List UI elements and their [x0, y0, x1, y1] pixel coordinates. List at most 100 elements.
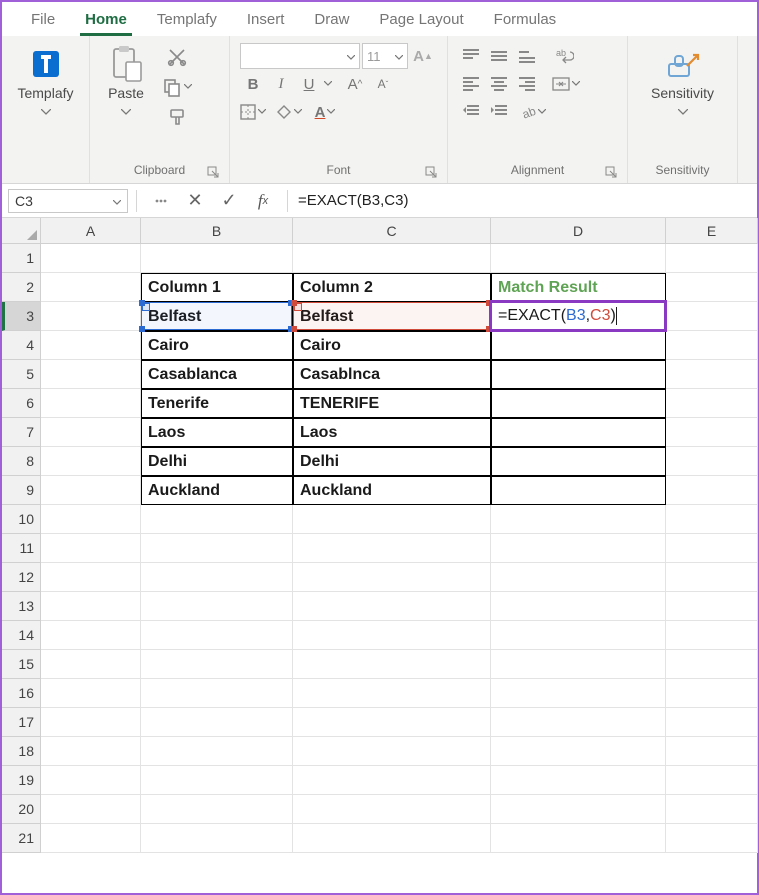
- row-header[interactable]: 4: [2, 331, 41, 360]
- table-cell[interactable]: [491, 418, 666, 447]
- italic-button[interactable]: I: [268, 71, 294, 97]
- column-header[interactable]: A: [41, 218, 141, 244]
- fill-color-button[interactable]: [276, 99, 302, 125]
- active-cell[interactable]: =EXACT(B3,C3): [489, 300, 667, 332]
- row-header[interactable]: 21: [2, 824, 41, 853]
- ribbon-tabs: FileHomeTemplafyInsertDrawPage LayoutFor…: [2, 2, 757, 36]
- row-header[interactable]: 2: [2, 273, 41, 302]
- table-cell[interactable]: Auckland: [293, 476, 491, 505]
- cell-reference-highlight: [293, 302, 490, 330]
- clipboard-icon: [108, 46, 144, 82]
- table-header[interactable]: Match Result: [491, 273, 666, 302]
- wrap-text-button[interactable]: ab: [552, 43, 578, 69]
- table-cell[interactable]: Delhi: [293, 447, 491, 476]
- formula-bar: C3 ✕ ✓ fx =EXACT(B3,C3): [2, 184, 757, 218]
- table-cell[interactable]: Casablanca: [141, 360, 293, 389]
- cut-button[interactable]: [160, 43, 194, 71]
- table-header[interactable]: Column 2: [293, 273, 491, 302]
- table-cell[interactable]: Delhi: [141, 447, 293, 476]
- grow-font-button[interactable]: A^: [342, 71, 368, 97]
- row-header[interactable]: 19: [2, 766, 41, 795]
- row-header[interactable]: 8: [2, 447, 41, 476]
- table-cell[interactable]: Cairo: [293, 331, 491, 360]
- column-header[interactable]: D: [491, 218, 666, 244]
- align-top-button[interactable]: [458, 43, 484, 69]
- clipboard-launcher[interactable]: [207, 166, 219, 178]
- align-middle-button[interactable]: [486, 43, 512, 69]
- row-header[interactable]: 14: [2, 621, 41, 650]
- increase-font-button[interactable]: A▲: [410, 43, 436, 69]
- increase-indent-button[interactable]: [486, 99, 512, 125]
- row-header[interactable]: 12: [2, 563, 41, 592]
- table-cell[interactable]: [491, 331, 666, 360]
- row-header[interactable]: 15: [2, 650, 41, 679]
- tab-page-layout[interactable]: Page Layout: [364, 4, 478, 35]
- row-header[interactable]: 18: [2, 737, 41, 766]
- table-cell[interactable]: [491, 360, 666, 389]
- font-name-combo[interactable]: [240, 43, 360, 69]
- paste-button[interactable]: Paste: [98, 42, 154, 124]
- table-header[interactable]: Column 1: [141, 273, 293, 302]
- sensitivity-icon: [665, 46, 701, 82]
- alignment-launcher[interactable]: [605, 166, 617, 178]
- enter-formula-button[interactable]: ✓: [215, 189, 243, 213]
- shrink-font-button[interactable]: Aˇ: [370, 71, 396, 97]
- tab-insert[interactable]: Insert: [232, 4, 300, 35]
- cancel-formula-button[interactable]: ✕: [181, 189, 209, 213]
- row-header[interactable]: 6: [2, 389, 41, 418]
- font-color-button[interactable]: A: [312, 99, 338, 125]
- table-cell[interactable]: [491, 447, 666, 476]
- name-box[interactable]: C3: [8, 189, 128, 213]
- cell-grid[interactable]: Column 1Column 2Match ResultBelfastBelfa…: [41, 244, 758, 893]
- table-cell[interactable]: Tenerife: [141, 389, 293, 418]
- templafy-button[interactable]: Templafy: [10, 42, 81, 124]
- align-left-button[interactable]: [458, 71, 484, 97]
- insert-function-button[interactable]: fx: [249, 189, 277, 213]
- sensitivity-button[interactable]: Sensitivity: [636, 42, 729, 124]
- row-header[interactable]: 10: [2, 505, 41, 534]
- row-header[interactable]: 1: [2, 244, 41, 273]
- row-header[interactable]: 9: [2, 476, 41, 505]
- tab-file[interactable]: File: [16, 4, 70, 35]
- table-cell[interactable]: Casablnca: [293, 360, 491, 389]
- table-cell[interactable]: Laos: [293, 418, 491, 447]
- orientation-button[interactable]: ab: [520, 99, 546, 125]
- align-right-button[interactable]: [514, 71, 540, 97]
- select-all-corner[interactable]: [2, 218, 41, 244]
- format-painter-button[interactable]: [160, 103, 194, 131]
- table-cell[interactable]: [491, 476, 666, 505]
- align-bottom-button[interactable]: [514, 43, 540, 69]
- copy-button[interactable]: [160, 73, 194, 101]
- row-header[interactable]: 16: [2, 679, 41, 708]
- tab-draw[interactable]: Draw: [299, 4, 364, 35]
- table-cell[interactable]: Cairo: [141, 331, 293, 360]
- font-size-combo[interactable]: 11: [362, 43, 408, 69]
- table-cell[interactable]: Laos: [141, 418, 293, 447]
- font-launcher[interactable]: [425, 166, 437, 178]
- decrease-indent-button[interactable]: [458, 99, 484, 125]
- row-header[interactable]: 17: [2, 708, 41, 737]
- align-center-button[interactable]: [486, 71, 512, 97]
- row-header[interactable]: 3: [2, 302, 41, 331]
- row-header[interactable]: 5: [2, 360, 41, 389]
- merge-center-button[interactable]: [552, 71, 580, 97]
- chevron-down-icon: [347, 49, 355, 64]
- tab-home[interactable]: Home: [70, 4, 142, 35]
- column-header[interactable]: C: [293, 218, 491, 244]
- column-header[interactable]: B: [141, 218, 293, 244]
- formula-input[interactable]: =EXACT(B3,C3): [290, 189, 757, 213]
- underline-button[interactable]: U: [296, 71, 322, 97]
- tab-formulas[interactable]: Formulas: [479, 4, 572, 35]
- row-header[interactable]: 11: [2, 534, 41, 563]
- tab-templafy[interactable]: Templafy: [142, 4, 232, 35]
- table-cell[interactable]: Auckland: [141, 476, 293, 505]
- column-header[interactable]: E: [666, 218, 758, 244]
- more-functions-button[interactable]: [147, 189, 175, 213]
- borders-button[interactable]: [240, 99, 266, 125]
- table-cell[interactable]: TENERIFE: [293, 389, 491, 418]
- row-header[interactable]: 13: [2, 592, 41, 621]
- row-header[interactable]: 20: [2, 795, 41, 824]
- bold-button[interactable]: B: [240, 71, 266, 97]
- table-cell[interactable]: [491, 389, 666, 418]
- row-header[interactable]: 7: [2, 418, 41, 447]
